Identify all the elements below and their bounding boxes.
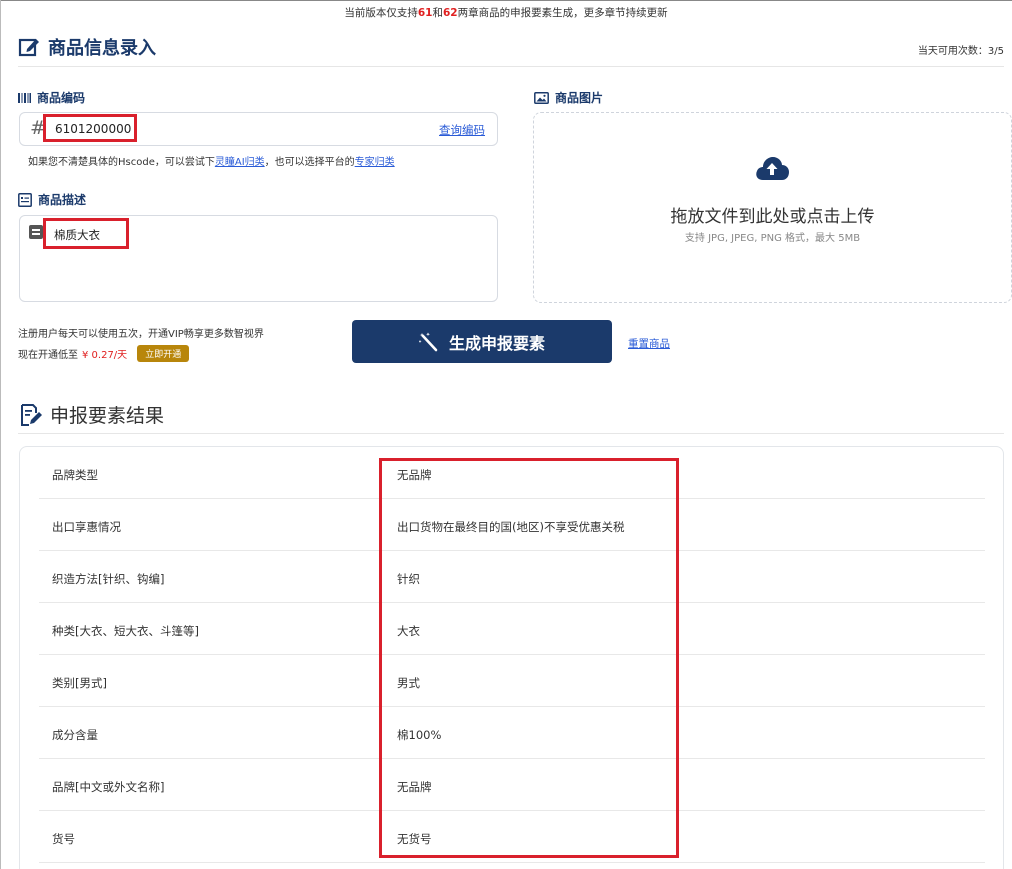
- upload-main-text: 拖放文件到此处或点击上传: [670, 207, 875, 227]
- text-lines-icon: [29, 225, 43, 239]
- row-key: 品牌[中文或外文名称]: [52, 780, 165, 794]
- barcode-icon: [18, 92, 31, 103]
- code-label-text: 商品编码: [37, 91, 86, 105]
- notice-chapter-62: 62: [443, 7, 458, 19]
- edit-icon: [18, 38, 39, 57]
- row-key: 出口享惠情况: [52, 520, 121, 534]
- results-highlight-box: [379, 458, 679, 858]
- results-title: 申报要素结果: [18, 401, 164, 428]
- notice-suffix: 两章商品的申报要素生成，更多章节持续更新: [457, 7, 668, 19]
- cloud-upload-icon: [756, 157, 789, 180]
- open-vip-button[interactable]: 立即开通: [137, 345, 190, 362]
- row-key: 种类[大衣、短大衣、斗篷等]: [52, 624, 199, 638]
- description-highlight-box: [43, 218, 129, 249]
- hscode-hint: 如果您不清楚具体的Hscode，可以尝试下灵瞳AI归类，也可以选择平台的专家归类: [28, 153, 395, 168]
- generate-elements-button[interactable]: 生成申报要素: [352, 320, 612, 363]
- header-divider: [18, 66, 1004, 67]
- expert-classify-link[interactable]: 专家归类: [355, 157, 395, 168]
- document-edit-icon: [21, 403, 42, 426]
- upload-format-hint: 支持 JPG, JPEG, PNG 格式，最大 5MB: [684, 233, 861, 244]
- magic-wand-icon: [418, 332, 438, 351]
- row-key: 品牌类型: [52, 468, 98, 482]
- desc-label: 商品描述: [18, 191, 86, 208]
- image-label-text: 商品图片: [555, 91, 604, 105]
- desc-label-text: 商品描述: [38, 193, 87, 207]
- notice-and: 和: [432, 7, 444, 19]
- results-divider: [18, 433, 1004, 434]
- query-code-link[interactable]: 查询编码: [439, 122, 485, 138]
- code-label: 商品编码: [18, 89, 85, 106]
- reset-product-link[interactable]: 重置商品: [628, 336, 670, 351]
- vip-price: ¥ 0.27/天: [82, 350, 128, 361]
- notice-chapter-61: 61: [417, 7, 433, 19]
- row-key: 成分含量: [52, 728, 98, 742]
- vip-info: 注册用户每天可以使用五次，开通VIP畅享更多数智视界: [18, 329, 264, 340]
- list-box-icon: [18, 192, 32, 207]
- image-label: 商品图片: [534, 89, 603, 106]
- generate-button-label: 生成申报要素: [448, 333, 545, 353]
- hscode-highlight-box: [43, 114, 137, 142]
- version-notice: 当前版本仅支持61和62两章商品的申报要素生成，更多章节持续更新: [0, 5, 1012, 20]
- row-key: 货号: [52, 832, 75, 846]
- left-border: [0, 0, 1, 869]
- row-key: 织造方法[针织、钩编]: [52, 572, 165, 586]
- page-title-text: 商品信息录入: [48, 38, 156, 59]
- hint-text-2: ，也可以选择平台的: [264, 157, 355, 168]
- image-upload-dropzone[interactable]: 拖放文件到此处或点击上传 支持 JPG, JPEG, PNG 格式，最大 5MB: [533, 112, 1012, 303]
- image-icon: [534, 91, 549, 104]
- top-border: [0, 0, 1012, 1]
- hint-text-1: 如果您不清楚具体的Hscode，可以尝试下: [28, 157, 215, 168]
- remaining-uses: 当天可用次数：3/5: [917, 46, 1004, 57]
- vip-price-line: 现在开通低至 ¥ 0.27/天 立即开通: [18, 345, 190, 362]
- notice-prefix: 当前版本仅支持: [344, 7, 418, 19]
- ai-classify-link[interactable]: 灵瞳AI归类: [215, 157, 265, 168]
- vip-price-prefix: 现在开通低至: [18, 350, 78, 361]
- row-key: 类别[男式]: [52, 676, 107, 690]
- page-title: 商品信息录入: [18, 34, 156, 60]
- results-title-text: 申报要素结果: [50, 405, 165, 427]
